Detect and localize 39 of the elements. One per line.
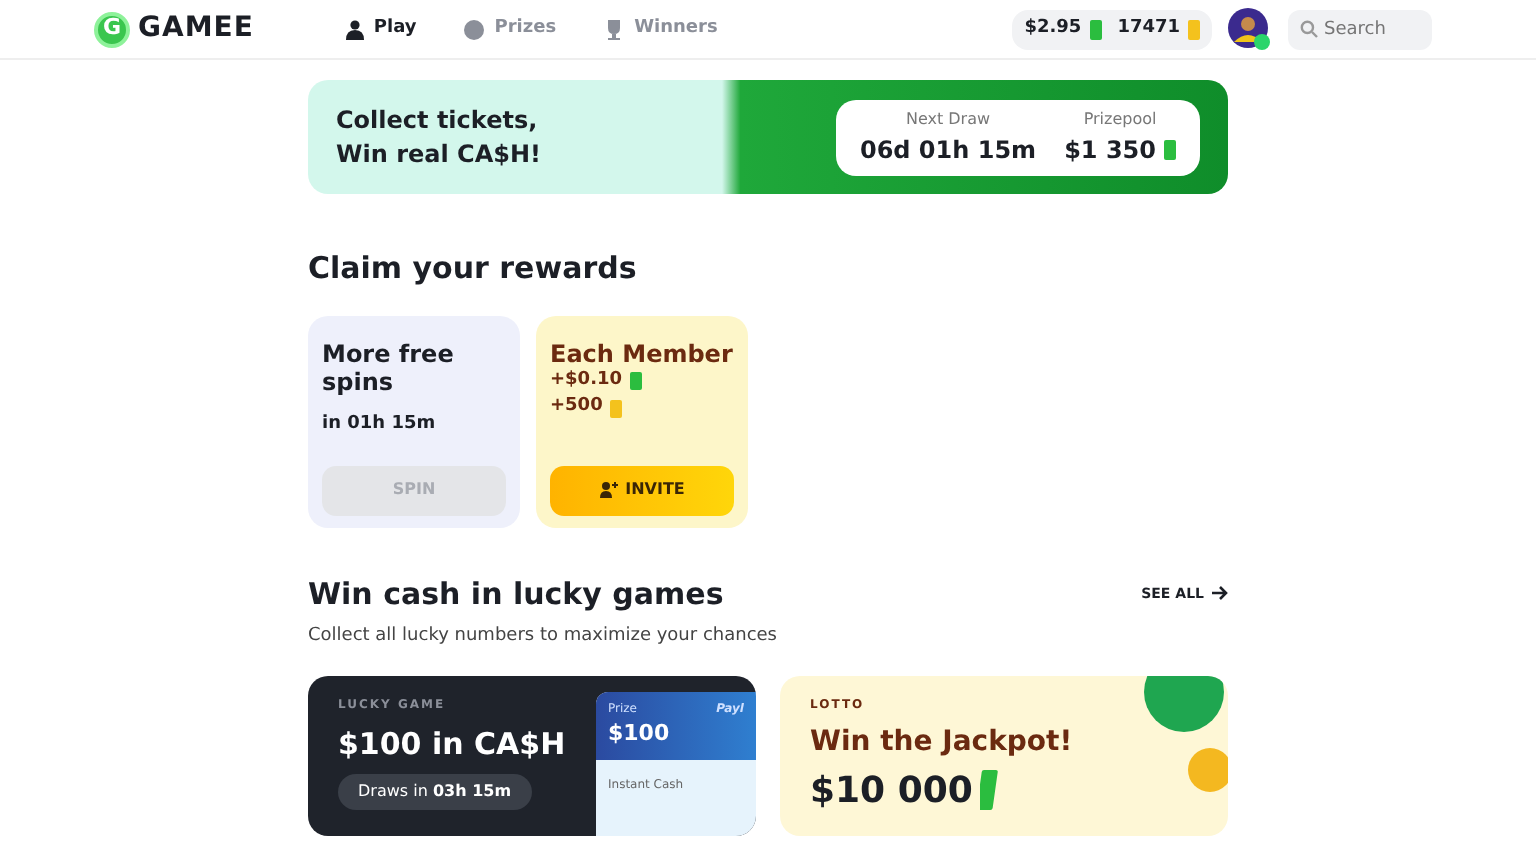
jackpot-amount: $10 000 <box>810 767 973 815</box>
logo-icon: G <box>94 11 130 47</box>
reward-amount: +500 <box>550 394 603 421</box>
countdown-text: in 01h 15m <box>322 412 438 439</box>
avatar-icon[interactable] <box>1228 7 1272 51</box>
coin-icon <box>464 19 485 39</box>
logo-text: GAMEE <box>138 10 254 48</box>
lottery-balls-drawing <box>1144 675 1228 795</box>
ticket-count: 17471 <box>1117 15 1180 42</box>
prizepool-label: Prizepool <box>1081 107 1159 131</box>
section-subtitle: Collect all lucky numbers to maximize your chances <box>308 624 779 650</box>
ticket-icon <box>610 399 623 418</box>
prizepool-amount: $1 350 <box>1064 133 1156 167</box>
invite-button[interactable]: INVITE <box>550 465 734 515</box>
banknote-icon <box>630 372 643 391</box>
trophy-icon <box>604 19 625 39</box>
section-title: Claim your rewards <box>308 248 639 290</box>
banknote-icon <box>980 770 1001 810</box>
person-icon <box>345 19 364 39</box>
next-draw-label: Next Draw <box>903 107 993 131</box>
reward-amount: +$0.10 <box>550 367 623 394</box>
section-title: Win cash in lucky games <box>308 573 724 615</box>
arrow-right-icon <box>1212 586 1228 601</box>
game-title: $100 in CA$H <box>338 723 568 765</box>
cash-amount: $2.95 <box>1024 15 1082 42</box>
search-icon <box>1300 20 1318 38</box>
game-title: Win the Jackpot! <box>810 723 1075 761</box>
banner-title: Collect tickets, Win real CA$H! <box>336 104 541 170</box>
banknote-icon <box>1089 19 1102 39</box>
prize-amount: $100 <box>608 717 672 749</box>
draws-countdown-pill: Draws in 03h 15m <box>338 774 532 810</box>
ticket-icon <box>1188 19 1200 39</box>
card-title: More free spins <box>322 339 456 397</box>
banknote-icon <box>1164 139 1176 159</box>
search-field[interactable]: Search <box>1288 10 1432 50</box>
next-draw-countdown: 06d 01h 15m <box>859 133 1037 167</box>
nav-tab[interactable]: Play <box>345 15 417 43</box>
card-title: Each Member <box>550 339 734 368</box>
add-person-icon <box>599 482 618 498</box>
